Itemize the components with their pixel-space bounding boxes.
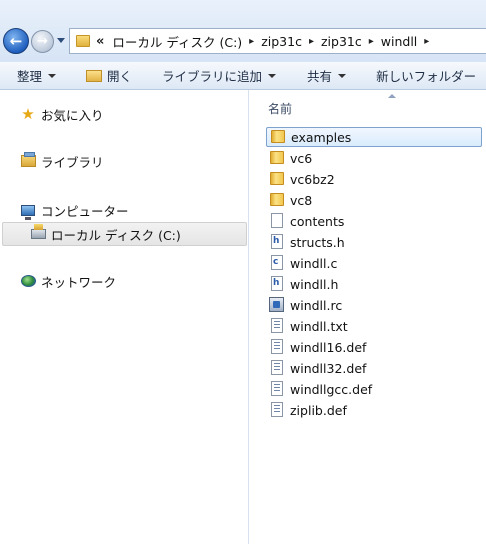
folder-icon [269,171,285,187]
file-row-windll16-def[interactable]: windll16.def [266,337,482,357]
open-label: 開く [107,69,133,84]
back-button[interactable]: ← [3,28,29,54]
forward-button[interactable]: → [31,30,54,53]
file-name: vc6 [290,150,313,166]
blank-file-icon [269,213,285,229]
share-button[interactable]: 共有 [307,62,347,90]
file-name: windll.h [290,276,339,292]
sort-ascending-icon [388,94,396,98]
file-row-structs-h[interactable]: h structs.h [266,232,482,252]
text-file-icon [269,318,285,334]
file-row-windll-txt[interactable]: windll.txt [266,316,482,336]
def-file-icon [269,402,285,418]
caret-down-icon [338,73,347,78]
header-file-icon: h [269,276,285,292]
file-list-pane: 名前 examples vc6 vc6bz2 vc8 contents h st… [250,90,486,544]
file-row-windll-c[interactable]: c windll.c [266,253,482,273]
file-row-windllgcc-def[interactable]: windllgcc.def [266,379,482,399]
def-file-icon [269,381,285,397]
nav-network[interactable]: ネットワーク [20,272,116,290]
file-row-windll-rc[interactable]: windll.rc [266,295,482,315]
nav-computer[interactable]: コンピューター [20,201,129,220]
disk-drive-icon [30,224,46,242]
file-name: examples [291,129,352,145]
file-name: windll.txt [290,318,348,334]
file-row-windll32-def[interactable]: windll32.def [266,358,482,378]
address-bar-row: ← → « ローカル ディスク (C:) ▸ zip31c ▸ zip31c ▸… [0,0,486,62]
add-to-library-button[interactable]: ライブラリに追加 [162,62,277,90]
def-file-icon [269,339,285,355]
breadcrumb-overflow[interactable]: « [96,34,104,49]
caret-down-icon [268,73,277,78]
recent-pages-dropdown[interactable] [57,38,65,43]
nav-favorites[interactable]: ★ お気に入り [20,105,104,123]
breadcrumb-windll[interactable]: windll [381,34,418,49]
file-name: vc8 [290,192,313,208]
share-label: 共有 [307,69,333,84]
add-to-library-label: ライブラリに追加 [162,69,263,84]
address-box[interactable]: « ローカル ディスク (C:) ▸ zip31c ▸ zip31c ▸ win… [69,28,486,54]
nav-computer-label: コンピューター [41,203,129,219]
file-name: ziplib.def [290,402,347,418]
file-name: windll16.def [290,339,367,355]
file-name: contents [290,213,345,229]
organize-label: 整理 [17,69,43,84]
chevron-right-icon[interactable]: ▸ [369,36,374,47]
command-toolbar: 整理 開く ライブラリに追加 共有 新しいフォルダー [0,62,486,90]
file-name: windll.c [290,255,338,271]
back-arrow-icon: ← [9,32,23,50]
forward-arrow-icon: → [37,34,48,49]
header-file-icon: h [269,234,285,250]
folder-icon [270,129,286,145]
chevron-right-icon[interactable]: ▸ [309,36,314,47]
folder-icon [269,150,285,166]
breadcrumb-zip31c-1[interactable]: zip31c [261,34,302,49]
organize-button[interactable]: 整理 [17,62,57,90]
open-button[interactable]: 開く [86,62,132,90]
resource-file-icon [269,297,285,313]
chevron-right-icon[interactable]: ▸ [424,36,429,47]
file-name: windllgcc.def [290,381,373,397]
breadcrumb-local-disk[interactable]: ローカル ディスク (C:) [112,32,242,51]
file-name: structs.h [290,234,345,250]
open-folder-icon [86,69,103,82]
nav-local-disk-label: ローカル ディスク (C:) [51,227,181,243]
folder-icon [269,192,285,208]
c-source-file-icon: c [269,255,285,271]
new-folder-button[interactable]: 新しいフォルダー [376,62,476,90]
file-row-windll-h[interactable]: h windll.h [266,274,482,294]
file-row-vc6[interactable]: vc6 [266,148,482,168]
nav-libraries[interactable]: ライブラリ [20,152,104,170]
navigation-pane: ★ お気に入り ライブラリ コンピューター ローカル ディスク (C:) ネット… [0,90,249,544]
breadcrumb-zip31c-2[interactable]: zip31c [321,34,362,49]
caret-down-icon [48,73,57,78]
network-globe-icon [20,273,36,289]
nav-favorites-label: お気に入り [41,107,104,123]
chevron-right-icon[interactable]: ▸ [249,36,254,47]
computer-icon [20,202,36,220]
file-row-ziplib-def[interactable]: ziplib.def [266,400,482,420]
file-row-vc8[interactable]: vc8 [266,190,482,210]
nav-network-label: ネットワーク [41,274,117,290]
new-folder-label: 新しいフォルダー [376,69,477,84]
file-name: windll.rc [290,297,343,313]
star-icon: ★ [21,105,35,123]
column-header-name[interactable]: 名前 [268,100,292,117]
file-row-vc6bz2[interactable]: vc6bz2 [266,169,482,189]
file-name: vc6bz2 [290,171,335,187]
file-row-contents[interactable]: contents [266,211,482,231]
folder-icon [76,35,90,47]
library-icon [20,152,36,169]
file-name: windll32.def [290,360,367,376]
nav-libraries-label: ライブラリ [41,154,104,170]
file-row-examples[interactable]: examples [266,127,482,147]
nav-local-disk[interactable]: ローカル ディスク (C:) [30,224,181,243]
def-file-icon [269,360,285,376]
